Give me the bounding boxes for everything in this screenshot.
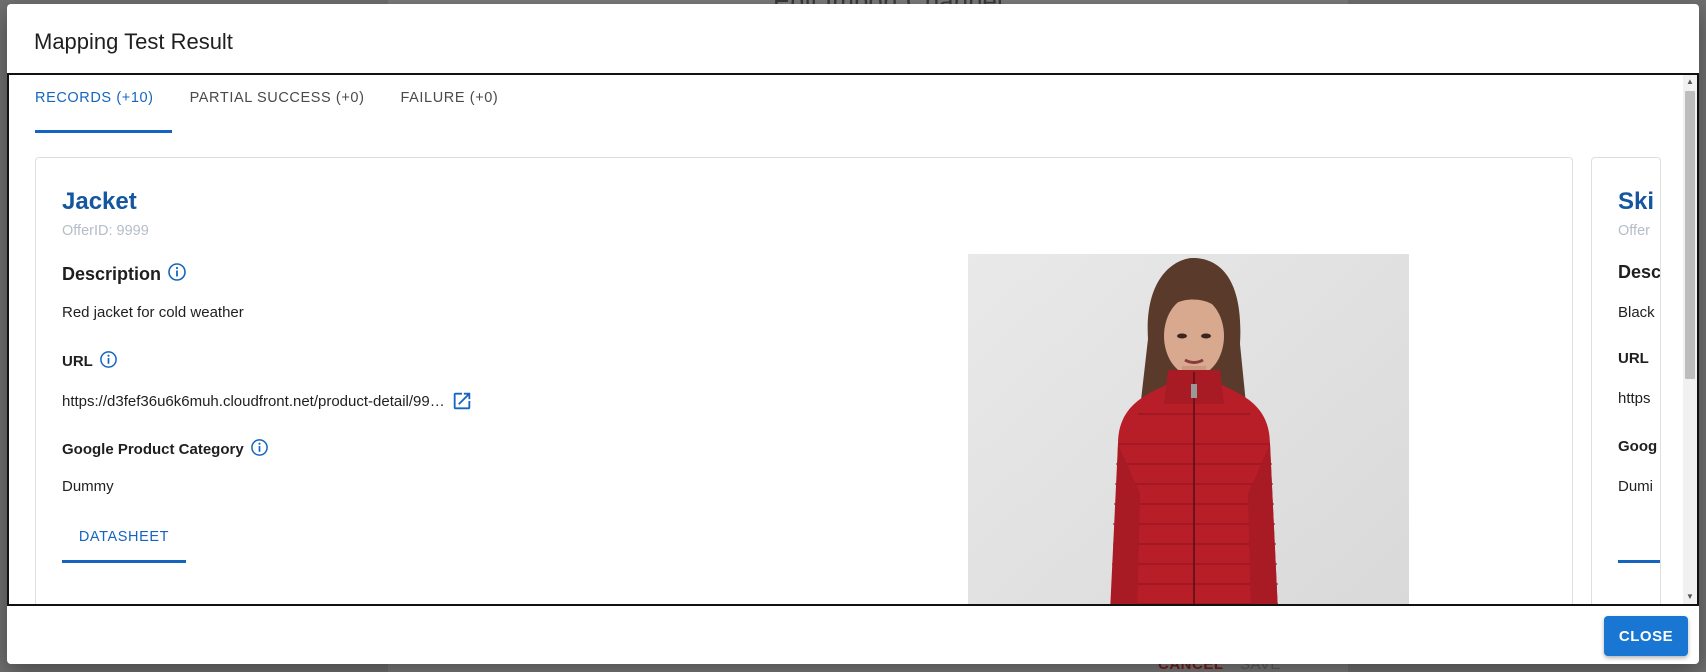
record-card: Jacket OfferID: 9999 Description Red jac…: [35, 157, 1573, 604]
dialog-title: Mapping Test Result: [34, 29, 233, 54]
offer-id: OfferID: 9999: [62, 223, 149, 239]
mapping-test-dialog: Mapping Test Result RECORDS (+10) PARTIA…: [7, 4, 1699, 664]
url-label: URL: [62, 350, 118, 373]
close-button[interactable]: CLOSE: [1604, 616, 1688, 656]
category-label: Google Product Category: [62, 438, 269, 461]
url-text: https://d3fef36u6k6muh.cloudfront.net/pr…: [62, 392, 445, 410]
offer-id: Offer: [1618, 223, 1650, 239]
open-in-new-icon[interactable]: [451, 390, 473, 412]
description-label: Desc: [1618, 262, 1661, 283]
dialog-content: RECORDS (+10) PARTIAL SUCCESS (+0) FAILU…: [7, 73, 1699, 606]
url-label: URL: [1618, 350, 1649, 367]
description-label: Description: [62, 262, 187, 287]
info-icon[interactable]: [99, 350, 118, 373]
product-image: [968, 254, 1409, 604]
category-label-text: Google Product Category: [62, 441, 244, 458]
scroll-down-icon[interactable]: ▼: [1683, 590, 1697, 604]
datasheet-tab[interactable]: DA: [1618, 520, 1660, 563]
description-label-text: Desc: [1618, 262, 1661, 282]
category-label: Goog: [1618, 438, 1657, 455]
url-value: https://d3fef36u6k6muh.cloudfront.net/pr…: [62, 390, 473, 412]
url-label-text: URL: [62, 353, 93, 370]
tab-failure[interactable]: FAILURE (+0): [401, 75, 499, 133]
info-icon[interactable]: [167, 262, 187, 287]
url-value: https: [1618, 390, 1651, 407]
description-value: Red jacket for cold weather: [62, 304, 244, 321]
url-label-text: URL: [1618, 350, 1649, 367]
datasheet-tab[interactable]: DATASHEET: [62, 520, 186, 563]
scrollbar-thumb[interactable]: [1685, 91, 1695, 379]
info-icon[interactable]: [250, 438, 269, 461]
scroll-up-icon[interactable]: ▲: [1683, 75, 1697, 89]
vertical-scrollbar[interactable]: ▲ ▼: [1683, 75, 1697, 604]
url-text: https: [1618, 390, 1651, 407]
record-card: Ski Offer Desc Black URL https Goog Dumi…: [1591, 157, 1661, 604]
category-label-text: Goog: [1618, 438, 1658, 455]
record-title: Jacket: [62, 188, 137, 215]
category-value: Dummy: [62, 478, 114, 495]
tab-records[interactable]: RECORDS (+10): [35, 75, 172, 133]
category-value: Dumi: [1618, 478, 1654, 495]
description-value: Black: [1618, 304, 1655, 321]
description-label-text: Description: [62, 264, 162, 284]
record-title: Ski: [1618, 188, 1655, 215]
tab-partial-success[interactable]: PARTIAL SUCCESS (+0): [190, 75, 365, 133]
result-tabs: RECORDS (+10) PARTIAL SUCCESS (+0) FAILU…: [35, 75, 534, 133]
